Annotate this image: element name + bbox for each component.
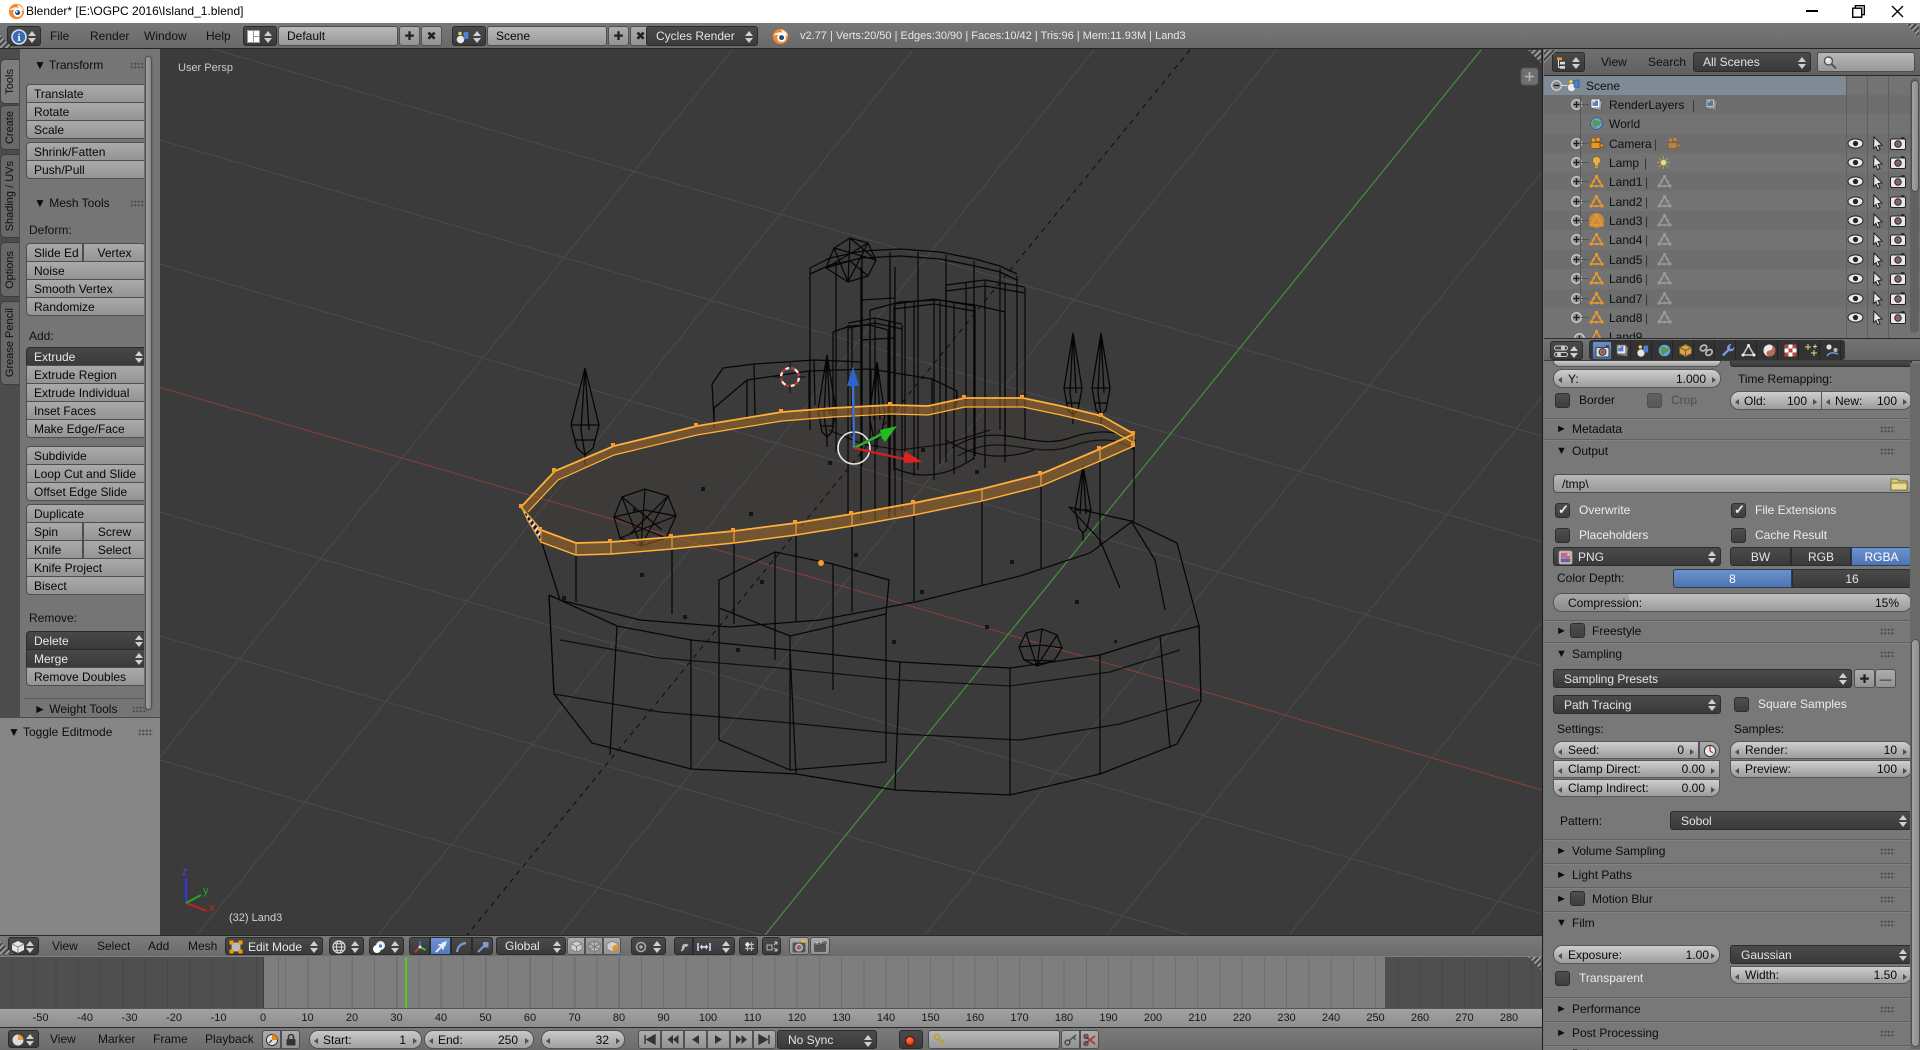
svg-text:User Persp: User Persp <box>178 62 233 74</box>
svg-text:y: y <box>203 885 209 897</box>
svg-text:x: x <box>209 902 215 914</box>
svg-text:(32) Land3: (32) Land3 <box>229 912 282 924</box>
svg-text:z: z <box>182 866 188 878</box>
svg-text:i: i <box>17 32 20 44</box>
